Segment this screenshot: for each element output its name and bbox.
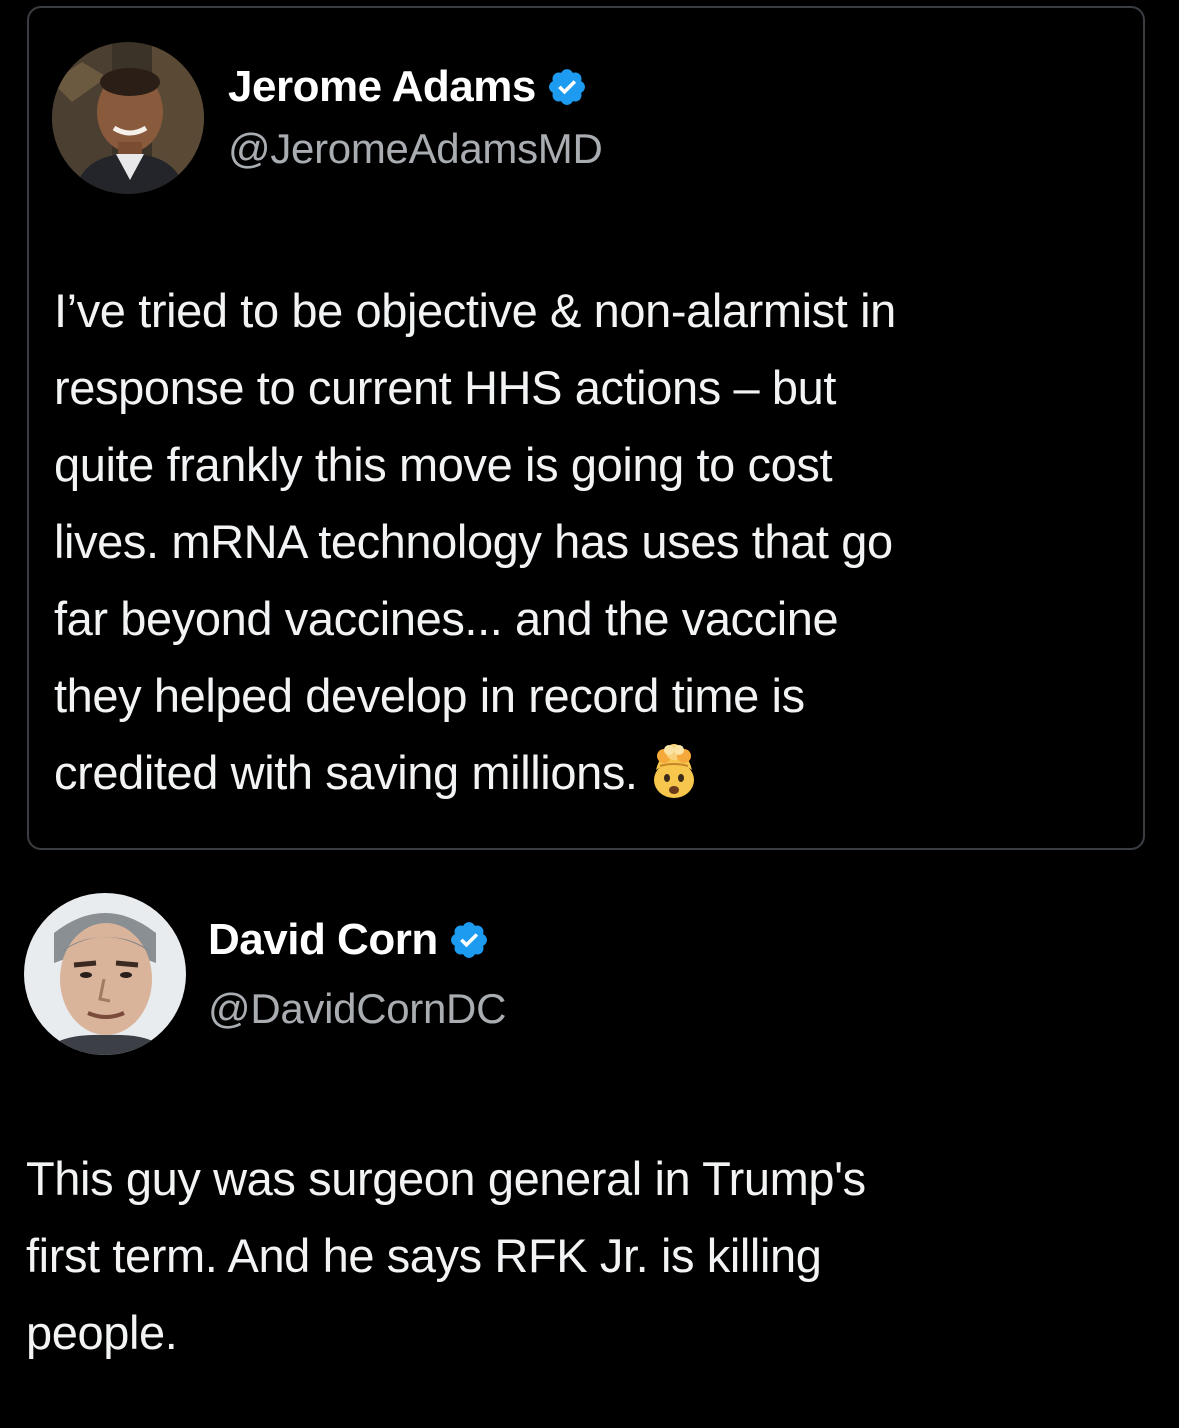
main-tweet-text: This guy was surgeon general in Trump's … [26, 1152, 866, 1359]
david-corn-display-name[interactable]: David Corn [208, 915, 438, 965]
jerome-adams-display-name[interactable]: Jerome Adams [228, 62, 536, 112]
quoted-tweet-text-content: I’ve tried to be objective & non-alarmis… [54, 284, 896, 799]
jerome-adams-name-row: Jerome Adams [228, 62, 588, 112]
jerome-adams-avatar[interactable] [52, 42, 204, 194]
david-corn-handle[interactable]: @DavidCornDC [208, 985, 506, 1033]
david-corn-name-row: David Corn [208, 915, 490, 965]
quoted-tweet-text: I’ve tried to be objective & non-alarmis… [54, 272, 1134, 811]
verified-badge-icon [448, 919, 490, 961]
david-corn-avatar[interactable] [24, 893, 186, 1055]
exploding-head-icon [646, 743, 702, 800]
jerome-adams-handle[interactable]: @JeromeAdamsMD [228, 125, 603, 173]
verified-badge-icon [546, 66, 588, 108]
